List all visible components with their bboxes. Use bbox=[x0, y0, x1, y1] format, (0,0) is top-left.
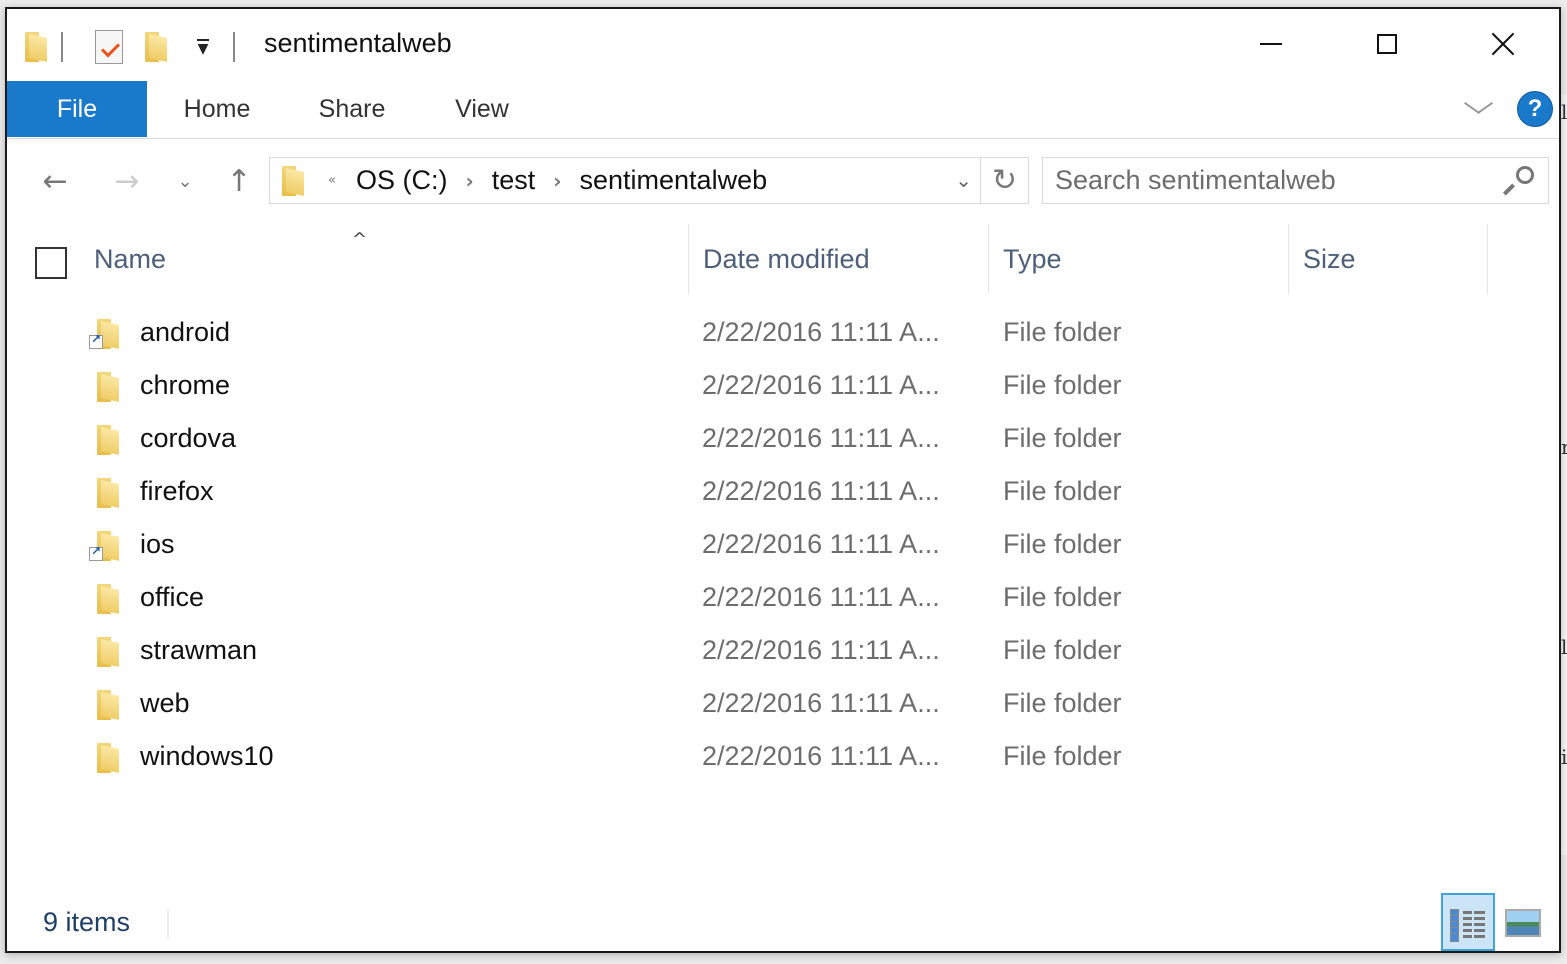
breadcrumb-sentimentalweb[interactable]: sentimentalweb bbox=[580, 165, 768, 196]
close-icon bbox=[1491, 32, 1515, 56]
search-icon[interactable] bbox=[1502, 166, 1534, 196]
select-all-checkbox[interactable] bbox=[35, 247, 67, 279]
breadcrumb-chevron-icon[interactable]: › bbox=[465, 169, 473, 193]
quick-access-toolbar: ▼ bbox=[25, 27, 235, 67]
window-title: sentimentalweb bbox=[264, 28, 452, 58]
file-row[interactable]: windows10 2/22/2016 11:11 A... File folder bbox=[7, 733, 1559, 786]
file-type: File folder bbox=[1003, 370, 1122, 400]
file-type: File folder bbox=[1003, 688, 1122, 718]
title-separator bbox=[233, 32, 235, 62]
file-name[interactable]: android bbox=[140, 317, 230, 348]
customize-dropdown-icon[interactable]: ▼ bbox=[195, 38, 211, 56]
file-type: File folder bbox=[1003, 317, 1122, 347]
refresh-icon: ↻ bbox=[991, 163, 1018, 198]
tab-home[interactable]: Home bbox=[167, 81, 267, 137]
title-bar: ▼ sentimentalweb bbox=[7, 9, 1559, 81]
properties-icon[interactable] bbox=[95, 30, 123, 64]
details-view-button[interactable] bbox=[1441, 893, 1495, 951]
folder-icon bbox=[97, 690, 119, 720]
file-list: android2/22/2016 11:11 A...File folderch… bbox=[7, 309, 1559, 786]
breadcrumb-overflow-icon[interactable]: « bbox=[328, 173, 336, 188]
address-folder-icon bbox=[282, 165, 304, 196]
file-name[interactable]: firefox bbox=[140, 476, 214, 507]
file-name[interactable]: web bbox=[140, 688, 190, 719]
file-date-modified: 2/22/2016 11:11 A... bbox=[702, 582, 940, 612]
file-date-modified: 2/22/2016 11:11 A... bbox=[702, 423, 940, 453]
shortcut-arrow-icon bbox=[89, 332, 103, 349]
file-row[interactable]: office 2/22/2016 11:11 A... File folder bbox=[7, 574, 1559, 627]
file-type: File folder bbox=[1003, 476, 1122, 506]
column-headers: ^ Name Date modified Type Size bbox=[7, 224, 1559, 294]
file-type: File folder bbox=[1003, 635, 1122, 665]
refresh-button[interactable]: ↻ bbox=[981, 157, 1029, 204]
maximize-button[interactable] bbox=[1329, 9, 1445, 79]
column-header-name[interactable]: Name bbox=[80, 224, 687, 294]
file-row[interactable]: cordova 2/22/2016 11:11 A... File folder bbox=[7, 415, 1559, 468]
forward-arrow-icon[interactable]: → bbox=[107, 161, 147, 201]
file-name[interactable]: ios bbox=[140, 529, 175, 560]
minimize-button[interactable] bbox=[1213, 9, 1329, 79]
folder-icon bbox=[97, 637, 119, 667]
tab-view[interactable]: View bbox=[442, 81, 522, 137]
file-date-modified: 2/22/2016 11:11 A... bbox=[702, 741, 940, 771]
navigation-bar: ← → ⌄ ↑ « OS (C:) › test › sentimentalwe… bbox=[7, 149, 1559, 217]
file-name[interactable]: windows10 bbox=[140, 741, 274, 772]
minimize-icon bbox=[1260, 43, 1282, 45]
search-box[interactable] bbox=[1042, 157, 1549, 204]
address-dropdown-chevron-icon[interactable]: ⌄ bbox=[955, 168, 972, 192]
file-row[interactable]: web 2/22/2016 11:11 A... File folder bbox=[7, 680, 1559, 733]
shortcut-arrow-icon bbox=[89, 544, 103, 561]
file-date-modified: 2/22/2016 11:11 A... bbox=[702, 476, 940, 506]
file-row[interactable]: strawman 2/22/2016 11:11 A... File folder bbox=[7, 627, 1559, 680]
file-type: File folder bbox=[1003, 423, 1122, 453]
recent-locations-chevron-icon[interactable]: ⌄ bbox=[170, 161, 200, 201]
file-name[interactable]: chrome bbox=[140, 370, 230, 401]
ribbon-tabs: File Home Share View ? bbox=[7, 81, 1559, 139]
search-input[interactable] bbox=[1043, 165, 1483, 196]
column-header-type[interactable]: Type bbox=[988, 224, 1288, 294]
file-explorer-window: ▼ sentimentalweb File Home Share View ? … bbox=[5, 7, 1561, 953]
file-type: File folder bbox=[1003, 582, 1122, 612]
file-row[interactable]: ios 2/22/2016 11:11 A... File folder bbox=[7, 521, 1559, 574]
toolbar-separator bbox=[61, 32, 63, 62]
folder-icon bbox=[97, 372, 119, 402]
tab-share[interactable]: Share bbox=[307, 81, 397, 137]
large-icons-view-button[interactable] bbox=[1505, 909, 1541, 937]
file-date-modified: 2/22/2016 11:11 A... bbox=[702, 635, 940, 665]
help-button[interactable]: ? bbox=[1517, 91, 1553, 127]
maximize-icon bbox=[1377, 34, 1397, 54]
file-name[interactable]: office bbox=[140, 582, 204, 613]
file-name[interactable]: strawman bbox=[140, 635, 257, 666]
file-date-modified: 2/22/2016 11:11 A... bbox=[702, 370, 940, 400]
column-header-size[interactable]: Size bbox=[1288, 224, 1488, 294]
file-row[interactable]: firefox 2/22/2016 11:11 A... File folder bbox=[7, 468, 1559, 521]
up-arrow-icon[interactable]: ↑ bbox=[219, 161, 259, 201]
file-date-modified: 2/22/2016 11:11 A... bbox=[702, 529, 940, 559]
breadcrumb-os-c[interactable]: OS (C:) bbox=[356, 165, 448, 196]
folder-icon bbox=[97, 478, 119, 508]
folder-icon bbox=[97, 584, 119, 614]
close-button[interactable] bbox=[1445, 9, 1561, 79]
back-arrow-icon[interactable]: ← bbox=[35, 161, 75, 201]
breadcrumb-test[interactable]: test bbox=[492, 165, 536, 196]
file-row[interactable]: chrome 2/22/2016 11:11 A... File folder bbox=[7, 362, 1559, 415]
file-date-modified: 2/22/2016 11:11 A... bbox=[702, 317, 940, 347]
status-separator bbox=[167, 909, 169, 939]
file-type: File folder bbox=[1003, 741, 1122, 771]
column-header-date-modified[interactable]: Date modified bbox=[688, 224, 988, 294]
file-date-modified: 2/22/2016 11:11 A... bbox=[702, 688, 940, 718]
folder-icon bbox=[97, 425, 119, 455]
address-bar[interactable]: « OS (C:) › test › sentimentalweb ⌄ bbox=[269, 157, 981, 204]
breadcrumb-chevron-icon[interactable]: › bbox=[553, 169, 561, 193]
file-name[interactable]: cordova bbox=[140, 423, 236, 454]
expand-ribbon-chevron-icon[interactable] bbox=[1463, 99, 1493, 119]
file-row[interactable]: android 2/22/2016 11:11 A... File folder bbox=[7, 309, 1559, 362]
tab-file[interactable]: File bbox=[7, 81, 147, 137]
item-count: 9 items bbox=[43, 907, 131, 937]
folder-icon bbox=[25, 32, 47, 62]
file-type: File folder bbox=[1003, 529, 1122, 559]
folder-icon bbox=[97, 743, 119, 773]
new-folder-icon[interactable] bbox=[145, 32, 167, 62]
